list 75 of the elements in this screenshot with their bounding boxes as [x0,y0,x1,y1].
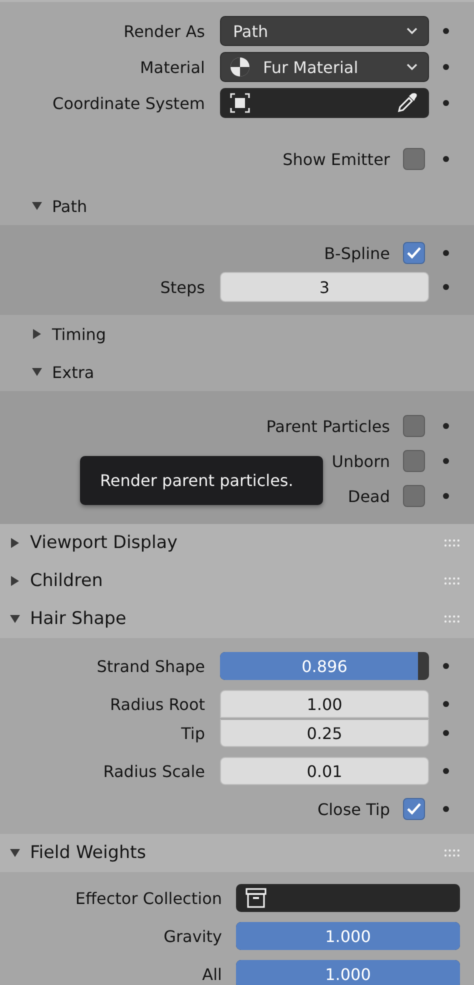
field-label: Coordinate System [52,94,206,112]
keyframe-dot-icon[interactable] [443,64,449,70]
field-label: Gravity [162,926,223,946]
object-field[interactable] [220,88,429,118]
keyframe-dot-icon[interactable] [443,806,449,812]
field-label: Effector Collection [74,888,223,908]
drag-handle-icon[interactable] [444,577,460,585]
disclosure-triangle-icon [32,329,42,339]
drag-handle-icon[interactable] [444,539,460,547]
drag-handle-icon[interactable] [444,615,460,623]
material-sphere-icon [229,56,251,78]
keyframe-dot-icon[interactable] [443,423,449,429]
checkbox[interactable] [403,148,425,170]
checkbox-label: Parent Particles [265,416,391,436]
slider[interactable]: 0.896 [220,652,429,680]
checkbox[interactable] [403,415,425,437]
slider[interactable]: 1.000 [236,960,460,985]
keyframe-dot-icon[interactable] [443,156,449,162]
field-label: Render As [122,22,206,40]
tooltip: Render parent particles. [80,456,323,505]
subpanel-header[interactable]: Timing [0,315,474,353]
chevron-down-icon [406,63,418,71]
field-label: All [201,964,223,984]
keyframe-dot-icon[interactable] [443,28,449,34]
keyframe-dot-icon[interactable] [443,701,449,707]
subpanel-header[interactable]: Path [0,187,474,225]
number-field[interactable]: 1.00 [220,690,429,718]
checkbox-label: Dead [346,486,391,506]
field-label: Strand Shape [96,656,206,676]
checkbox[interactable] [403,450,425,472]
checkbox-label: Close Tip [316,800,391,818]
subpanel-header[interactable]: Extra [0,353,474,391]
check-icon [406,246,422,260]
slider[interactable]: 1.000 [236,922,460,950]
checkbox[interactable] [403,242,425,264]
panel-header[interactable]: Hair Shape [0,600,474,638]
number-field[interactable]: 0.25 [220,719,429,747]
keyframe-dot-icon[interactable] [443,493,449,499]
object-icon [229,92,251,114]
keyframe-dot-icon[interactable] [443,284,449,290]
box-icon [245,887,267,909]
chevron-down-icon [406,27,418,35]
checkbox-label: B-Spline [323,244,391,262]
keyframe-dot-icon[interactable] [443,458,449,464]
disclosure-triangle-icon [32,201,42,211]
disclosure-triangle-icon [10,576,20,586]
keyframe-dot-icon[interactable] [443,730,449,736]
disclosure-triangle-icon [10,848,20,858]
collection-field[interactable] [236,884,460,912]
checkbox-label: Show Emitter [282,150,391,168]
field-label: Radius Root [109,694,206,714]
keyframe-dot-icon[interactable] [443,100,449,106]
number-field[interactable]: 3 [220,272,429,302]
disclosure-triangle-icon [32,367,42,377]
number-field[interactable]: 0.01 [220,757,429,785]
checkbox[interactable] [403,798,425,820]
panel-header[interactable]: Field Weights [0,834,474,872]
keyframe-dot-icon[interactable] [443,250,449,256]
disclosure-triangle-icon [10,614,20,624]
field-label: Material [139,58,206,76]
check-icon [406,802,422,816]
drag-handle-icon[interactable] [444,849,460,857]
field-label: Steps [159,278,206,296]
dropdown[interactable]: Fur Material [220,52,429,82]
keyframe-dot-icon[interactable] [443,768,449,774]
checkbox[interactable] [403,485,425,507]
field-label: Radius Scale [102,762,206,780]
field-label: Tip [180,724,206,742]
panel-header[interactable]: Children [0,562,474,600]
keyframe-dot-icon[interactable] [443,663,449,669]
panel-header[interactable]: Viewport Display [0,524,474,562]
checkbox-label: Unborn [330,452,391,470]
eyedropper-icon[interactable] [396,92,418,114]
dropdown[interactable]: Path [220,16,429,46]
disclosure-triangle-icon [10,538,20,548]
